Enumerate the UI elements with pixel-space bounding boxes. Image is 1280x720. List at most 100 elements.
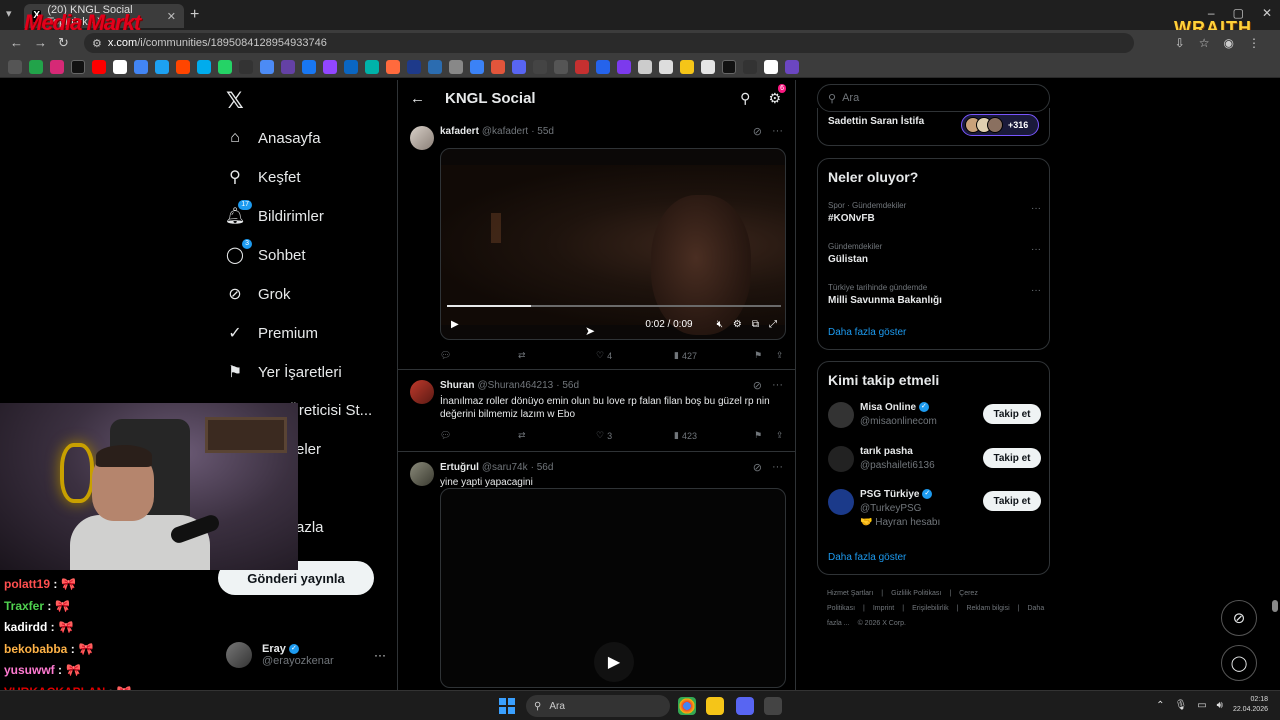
like-button[interactable]: ♡ 4 <box>596 350 674 361</box>
bookmark-icon[interactable] <box>449 59 463 74</box>
grok-icon[interactable]: ⊘ <box>753 125 762 138</box>
bookmark-icon[interactable] <box>491 59 505 74</box>
app-icon[interactable] <box>764 697 782 715</box>
discord-app-icon[interactable] <box>736 697 754 715</box>
post-author-name[interactable]: Ertuğrul <box>440 462 479 473</box>
bookmark-icon[interactable] <box>785 59 799 74</box>
nav-item-grok[interactable]: ⊘ Grok <box>226 285 290 304</box>
nav-item-premium[interactable]: ✓ Premium <box>226 324 318 343</box>
bookmark-icon[interactable] <box>533 59 547 74</box>
microphone-icon[interactable]: 🎙︎ <box>1174 700 1187 711</box>
footer-link[interactable]: Reklam bilgisi <box>966 605 1009 612</box>
windows-start-icon[interactable] <box>499 698 515 714</box>
share-button[interactable]: ⇪ <box>776 430 784 441</box>
menu-icon[interactable]: ⋮ <box>1248 36 1260 50</box>
bookmark-icon[interactable] <box>512 59 526 74</box>
reload-icon[interactable]: ↻ <box>58 35 69 51</box>
video-player[interactable]: ▶ <box>440 488 786 688</box>
bookmark-icon[interactable] <box>743 59 757 74</box>
trend-item[interactable]: Spor · Gündemdekiler #KONvFB ··· <box>828 201 1041 224</box>
more-icon[interactable]: ··· <box>1031 203 1041 214</box>
post-time[interactable]: · 56d <box>556 380 579 391</box>
post-time[interactable]: · 55d <box>531 126 554 137</box>
footer-link[interactable]: © 2026 X Corp. <box>858 620 906 627</box>
repost-button[interactable]: ⇄ <box>518 430 596 441</box>
follow-button[interactable]: Takip et <box>983 404 1041 424</box>
post[interactable]: kafadert @kafadert · 55d ⊘ ··· ▶ 0:02 / 0… <box>398 116 795 370</box>
chrome-app-icon[interactable] <box>678 697 696 715</box>
footer-link[interactable]: Hizmet Şartları <box>827 590 873 597</box>
more-icon[interactable]: ··· <box>772 125 783 138</box>
bookmark-icon[interactable] <box>29 59 43 74</box>
scrollbar[interactable] <box>1272 600 1278 612</box>
trend-item[interactable]: Türkiye tarihinde gündemde Milli Savunma … <box>828 283 1041 306</box>
follow-suggestion[interactable]: tarık pasha @pashaileti6136 Takip et <box>828 446 1041 482</box>
bookmark-icon[interactable] <box>155 59 169 74</box>
network-icon[interactable]: ▭ <box>1197 700 1206 711</box>
more-icon[interactable]: ··· <box>1031 244 1041 255</box>
back-icon[interactable]: ← <box>10 35 23 50</box>
extension-icon[interactable]: ◉ <box>1224 36 1234 50</box>
bookmark-icon[interactable] <box>50 59 64 74</box>
like-button[interactable]: ♡ 3 <box>596 430 674 441</box>
video-progress-bar[interactable] <box>447 305 781 307</box>
bookmark-icon[interactable] <box>281 59 295 74</box>
apps-icon[interactable] <box>8 59 22 74</box>
chevron-up-icon[interactable]: ⌃ <box>1156 700 1164 711</box>
mute-icon[interactable]: 🔇︎ <box>717 319 723 330</box>
bookmark-icon[interactable] <box>113 59 127 74</box>
post[interactable]: Shuran @Shuran464213 · 56d ⊘ ··· İnanılma… <box>398 370 795 452</box>
bookmark-icon[interactable] <box>365 59 379 74</box>
address-bar[interactable]: ⚙ x.com/i/communities/189508412895493374… <box>84 33 1134 53</box>
footer-link[interactable]: Gizlilik Politikası <box>891 590 941 597</box>
pip-icon[interactable]: ⧉ <box>752 319 759 330</box>
bookmark-icon[interactable] <box>575 59 589 74</box>
messages-fab-icon[interactable]: ◯ <box>1221 645 1257 681</box>
more-icon[interactable]: ··· <box>772 379 783 392</box>
share-button[interactable]: ⇪ <box>776 350 784 361</box>
footer-link[interactable]: Imprint <box>873 605 894 612</box>
bookmark-icon[interactable] <box>239 59 253 74</box>
bookmark-icon[interactable] <box>596 59 610 74</box>
avatar[interactable] <box>410 126 434 150</box>
post-author-name[interactable]: Shuran <box>440 380 474 391</box>
bookmark-icon[interactable] <box>260 59 274 74</box>
spaces-listeners-pill[interactable]: +316 <box>961 114 1039 136</box>
follow-button[interactable]: Takip et <box>983 491 1041 511</box>
settings-icon[interactable]: ⚙ 6 <box>768 84 786 107</box>
bookmark-icon[interactable] <box>218 59 232 74</box>
nav-item-lists[interactable]: eler <box>296 441 321 458</box>
bookmark-button[interactable]: ⚑ <box>754 430 776 441</box>
post-time[interactable]: · 56d <box>531 462 554 473</box>
reply-button[interactable]: 💬︎ <box>440 430 518 441</box>
bookmark-icon[interactable] <box>701 59 715 74</box>
post-author-name[interactable]: kafadert <box>440 126 479 137</box>
post-author-handle[interactable]: @kafadert <box>482 126 528 137</box>
bookmark-icon[interactable] <box>617 59 631 74</box>
video-player[interactable]: ▶ 0:02 / 0:09 🔇︎ ⚙ ⧉ ⤢ <box>440 148 786 340</box>
bookmark-icon[interactable] <box>722 59 736 74</box>
tab-search-icon[interactable]: ▾ <box>6 7 12 20</box>
maximize-icon[interactable]: ▢ <box>1233 6 1244 20</box>
trend-item[interactable]: Gündemdekiler Gülistan ··· <box>828 242 1041 265</box>
views-button[interactable]: ▮ 427 <box>674 350 754 361</box>
avatar[interactable] <box>828 446 854 472</box>
bookmark-icon[interactable] <box>638 59 652 74</box>
clock[interactable]: 02:18 22.04.2026 <box>1233 695 1268 715</box>
install-icon[interactable]: ⇩ <box>1175 36 1185 50</box>
minimize-icon[interactable]: – <box>1208 6 1215 20</box>
play-icon[interactable]: ▶ <box>451 319 459 330</box>
search-icon[interactable]: ⚲ <box>740 90 750 107</box>
follow-button[interactable]: Takip et <box>983 448 1041 468</box>
close-window-icon[interactable]: ✕ <box>1262 6 1272 20</box>
grok-icon[interactable]: ⊘ <box>753 379 762 392</box>
avatar[interactable] <box>828 402 854 428</box>
bookmark-icon[interactable] <box>428 59 442 74</box>
bookmark-icon[interactable] <box>407 59 421 74</box>
bookmark-button[interactable]: ⚑ <box>754 350 776 361</box>
settings-icon[interactable]: ⚙ <box>733 319 742 330</box>
play-icon[interactable]: ▶ <box>594 642 634 682</box>
taskbar-search[interactable]: ⚲ Ara <box>526 695 670 717</box>
forward-icon[interactable]: → <box>34 35 47 50</box>
spaces-card[interactable]: Sadettin Saran İstifa +316 <box>817 108 1050 146</box>
